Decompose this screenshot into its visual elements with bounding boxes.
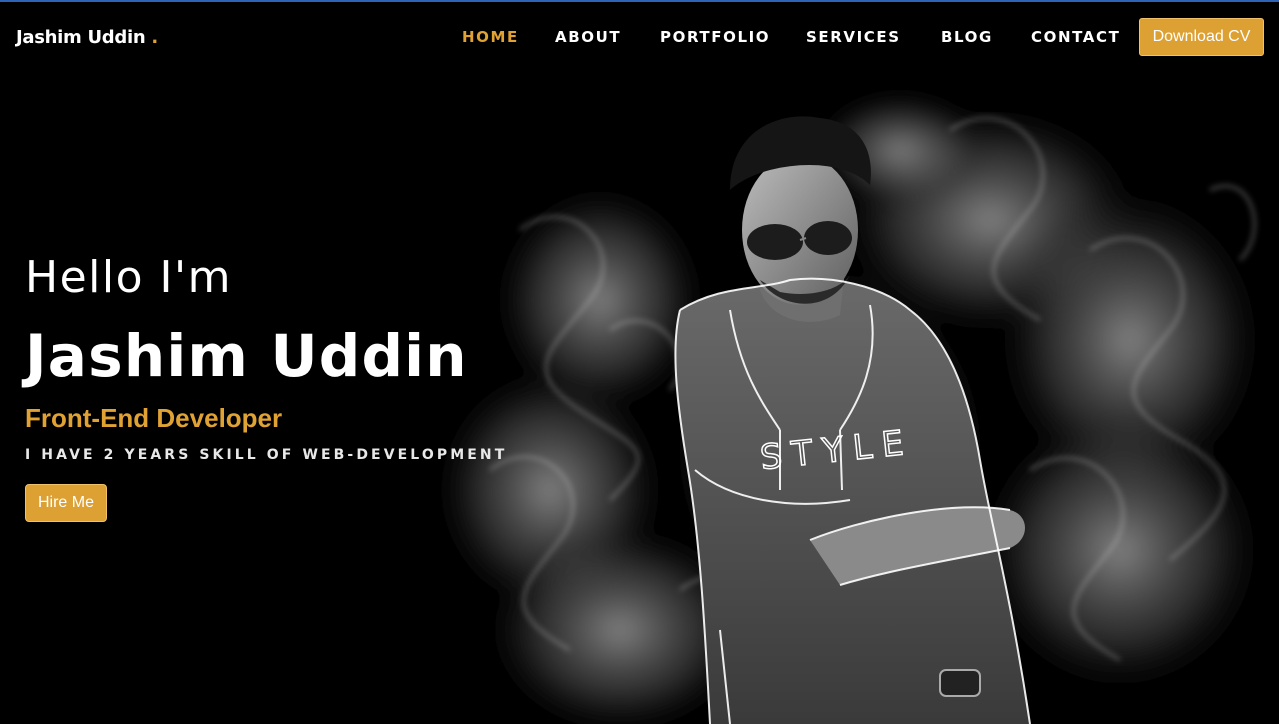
nav-services[interactable]: SERVICES (806, 28, 901, 46)
hire-me-button[interactable]: Hire Me (25, 484, 107, 522)
page: Jashim Uddin . HOME ABOUT PORTFOLIO SERV… (0, 0, 1279, 724)
nav-blog[interactable]: BLOG (941, 28, 993, 46)
download-cv-button[interactable]: Download CV (1139, 18, 1264, 56)
brand-dot: . (151, 27, 158, 48)
nav-contact[interactable]: CONTACT (1031, 28, 1120, 46)
brand-name[interactable]: Jashim Uddin (16, 27, 146, 48)
nav-about[interactable]: ABOUT (555, 28, 621, 46)
hero-skill-line: I HAVE 2 YEARS SKILL OF WEB-DEVELOPMENT (25, 447, 508, 463)
nav-portfolio[interactable]: PORTFOLIO (660, 28, 770, 46)
hero-greeting: Hello I'm (25, 252, 232, 303)
hero-name: Jashim Uddin (25, 322, 468, 390)
nav-home[interactable]: HOME (462, 28, 519, 46)
hero-portrait-image: STYLE (430, 90, 1270, 724)
hero-role: Front-End Developer (25, 403, 283, 433)
top-border (0, 0, 1279, 2)
brand-logo[interactable]: Jashim Uddin . (16, 27, 158, 48)
